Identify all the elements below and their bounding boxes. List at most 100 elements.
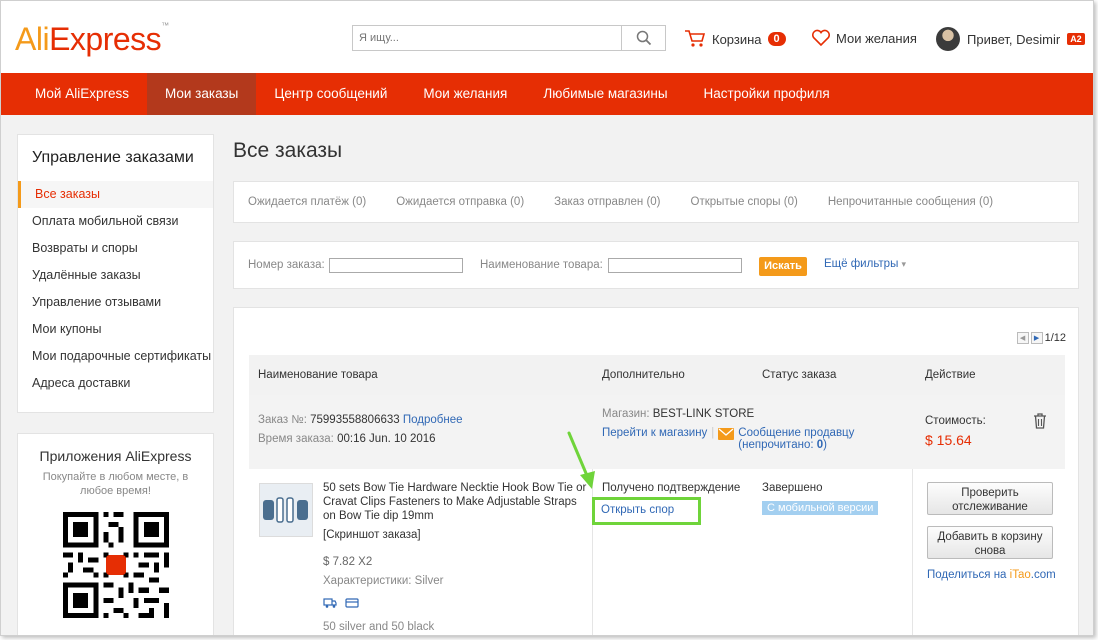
- share-link[interactable]: Поделиться на iTao.com: [927, 569, 1056, 581]
- order-item-row: 50 sets Bow Tie Hardware Necktie Hook Bo…: [249, 469, 1065, 635]
- browser-frame: AliExpress™ Корзина 0 Мои желания Привет…: [0, 0, 1094, 636]
- sidebar-item-mobile-payment[interactable]: Оплата мобильной связи: [18, 208, 213, 235]
- unread-label: (непрочитано:: [738, 439, 814, 451]
- search-input[interactable]: [353, 26, 621, 50]
- cart-label: Корзина: [712, 31, 762, 47]
- nav-message-center[interactable]: Центр сообщений: [256, 73, 405, 115]
- column-divider: [592, 469, 593, 635]
- heart-icon: [811, 29, 831, 47]
- order-number-input[interactable]: [329, 258, 463, 273]
- wishlist-link[interactable]: Мои желания: [811, 29, 917, 47]
- nav-my-aliexpress[interactable]: Мой AliExpress: [1, 73, 147, 115]
- user-level-badge: A2: [1067, 33, 1085, 45]
- product-attributes: Характеристики: Silver: [323, 575, 444, 587]
- nav-my-orders[interactable]: Мои заказы: [146, 73, 257, 115]
- sidebar-item-coupons[interactable]: Мои купоны: [18, 316, 213, 343]
- product-name-link[interactable]: 50 sets Bow Tie Hardware Necktie Hook Bo…: [323, 481, 587, 523]
- greeting-text: Привет, Desimir: [967, 31, 1061, 47]
- order-snapshot-link[interactable]: [Скриншот заказа]: [323, 529, 421, 541]
- search-orders-button[interactable]: Искать: [759, 257, 807, 276]
- qr-code-image: [62, 512, 169, 618]
- order-number-line: Заказ №: 75993558806633 Подробнее: [258, 414, 463, 426]
- order-details-link[interactable]: Подробнее: [403, 414, 463, 426]
- column-divider: [912, 469, 913, 635]
- sidebar-item-returns-disputes[interactable]: Возвраты и споры: [18, 235, 213, 262]
- share-site-suffix: .com: [1030, 569, 1056, 581]
- cart-link[interactable]: Корзина 0: [684, 29, 786, 49]
- product-service-icons: [323, 597, 359, 609]
- tab-shipped[interactable]: Заказ отправлен (0): [554, 196, 660, 208]
- page-title: Все заказы: [233, 139, 343, 162]
- add-to-cart-again-button[interactable]: Добавить в корзину снова: [927, 526, 1053, 559]
- cart-count-badge: 0: [767, 32, 786, 46]
- sidebar-item-feedback[interactable]: Управление отзывами: [18, 289, 213, 316]
- sidebar-title: Управление заказами: [32, 149, 194, 166]
- apps-promo: Приложения AliExpress Покупайте в любом …: [17, 433, 214, 635]
- message-seller-link[interactable]: Сообщение продавцу: [738, 427, 854, 439]
- chevron-down-icon: ▾: [901, 259, 907, 269]
- track-order-button[interactable]: Проверить отслеживание: [927, 482, 1053, 515]
- page-indicator: 1/12: [1044, 332, 1066, 344]
- sidebar-item-deleted-orders[interactable]: Удалённые заказы: [18, 262, 213, 289]
- col-extra: Дополнительно: [602, 369, 685, 381]
- col-product-name: Наименование товара: [258, 369, 378, 381]
- order-time: 00:16 Jun. 10 2016: [337, 433, 436, 445]
- green-arrow-annotation: [567, 431, 595, 489]
- card-icon[interactable]: [345, 597, 359, 609]
- order-number-label: Номер заказа:: [248, 259, 325, 271]
- unread-count[interactable]: (непрочитано: 0): [738, 439, 854, 451]
- aliexpress-logo[interactable]: AliExpress™: [15, 21, 169, 58]
- main-nav: Мой AliExpress Мои заказы Центр сообщени…: [1, 73, 1093, 115]
- store-actions: Перейти к магазину | Сообщение продавцу …: [602, 427, 854, 451]
- cost-label: Стоимость:: [925, 415, 986, 427]
- share-site-name: iTao: [1009, 569, 1031, 581]
- tab-open-disputes[interactable]: Открытые споры (0): [691, 196, 798, 208]
- store-label: Магазин:: [602, 408, 650, 420]
- divider: |: [711, 427, 715, 439]
- apps-title: Приложения AliExpress: [39, 448, 192, 464]
- more-filters-link[interactable]: Ещё фильтры ▾: [824, 258, 906, 270]
- top-header: AliExpress™ Корзина 0 Мои желания Привет…: [1, 1, 1093, 73]
- nav-profile-settings[interactable]: Настройки профиля: [686, 73, 848, 115]
- open-dispute-link[interactable]: Открыть спор: [592, 497, 701, 525]
- sidebar-item-gift-cards[interactable]: Мои подарочные сертификаты: [18, 343, 213, 370]
- orders-panel: ◀ ▶ 1/12 Наименование товара Дополнитель…: [233, 307, 1079, 635]
- product-name-input[interactable]: [608, 258, 742, 273]
- user-menu[interactable]: Привет, Desimir A2: [936, 27, 1085, 51]
- confirmation-status: Получено подтверждение: [602, 482, 741, 494]
- col-action: Действие: [925, 369, 976, 381]
- sidebar-item-addresses[interactable]: Адреса доставки: [18, 370, 213, 397]
- order-filters: Номер заказа: Наименование товара: Искат…: [233, 241, 1079, 289]
- order-time-line: Время заказа: 00:16 Jun. 10 2016: [258, 433, 436, 445]
- search-button[interactable]: [621, 26, 665, 50]
- next-page-button[interactable]: ▶: [1030, 332, 1043, 344]
- product-thumbnail[interactable]: [259, 483, 313, 537]
- table-header: Наименование товара Дополнительно Статус…: [249, 355, 1065, 395]
- prev-page-button[interactable]: ◀: [1016, 332, 1029, 344]
- store-name: BEST-LINK STORE: [652, 408, 755, 420]
- goto-store-link[interactable]: Перейти к магазину: [602, 427, 707, 439]
- tab-awaiting-shipment[interactable]: Ожидается отправка (0): [396, 196, 524, 208]
- nav-wishlist[interactable]: Мои желания: [405, 73, 525, 115]
- tab-awaiting-payment[interactable]: Ожидается платёж (0): [248, 196, 366, 208]
- order-header: Заказ №: 75993558806633 Подробнее Время …: [249, 395, 1065, 469]
- tab-unread-messages[interactable]: Непрочитанные сообщения (0): [828, 196, 993, 208]
- order-status-tabs: Ожидается платёж (0) Ожидается отправка …: [233, 181, 1079, 223]
- apps-subtitle: Покупайте в любом месте, в любое время!: [42, 471, 189, 497]
- product-name-label: Наименование товара:: [480, 259, 603, 271]
- avatar: [936, 27, 960, 51]
- pagination: ◀ ▶ 1/12: [1016, 332, 1066, 344]
- order-time-label: Время заказа:: [258, 433, 334, 445]
- order-cost: $ 15.64: [925, 432, 972, 448]
- cart-icon: [685, 30, 706, 47]
- product-price: $ 7.82 X2: [323, 556, 373, 568]
- truck-icon[interactable]: [323, 597, 337, 609]
- sidebar-item-all-orders[interactable]: Все заказы: [18, 181, 213, 208]
- product-note: 50 silver and 50 black: [323, 621, 435, 633]
- store-line: Магазин: BEST-LINK STORE: [602, 408, 754, 420]
- nav-favorite-stores[interactable]: Любимые магазины: [525, 73, 685, 115]
- order-number: 75993558806633: [310, 414, 400, 426]
- trash-icon[interactable]: [1033, 413, 1047, 429]
- mobile-version-badge: С мобильной версии: [762, 501, 879, 515]
- logo-part-express: Express: [49, 21, 162, 57]
